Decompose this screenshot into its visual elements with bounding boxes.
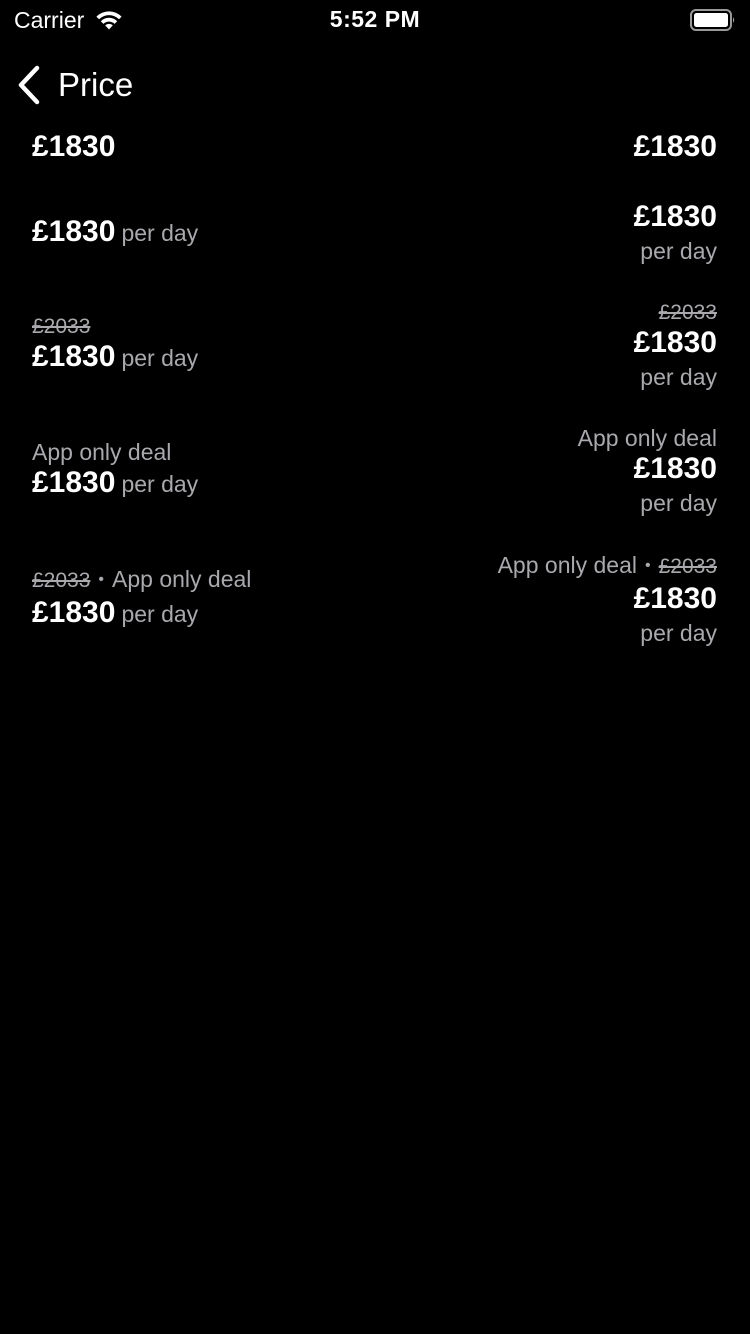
deal-label: App only deal [577, 425, 717, 451]
battery-icon [690, 9, 735, 31]
price-value: £1830 [32, 130, 116, 163]
price-right-aligned: £1830 per day [634, 200, 717, 268]
old-price: £2033 [658, 301, 717, 324]
price-unit: per day [121, 601, 199, 627]
deal-label: App only deal [497, 552, 637, 578]
price-unit: per day [121, 220, 199, 246]
price-value: £1830 [633, 582, 717, 615]
price-left-aligned: £1830 per day [32, 215, 198, 249]
separator-dot: • [98, 571, 105, 588]
price-value: £1830 [32, 596, 116, 629]
price-value: £1830 [633, 326, 717, 359]
price-right-aligned: £2033 £1830 per day [634, 298, 717, 394]
deal-label: App only deal [112, 566, 252, 592]
price-value: £1830 [32, 466, 116, 499]
back-button-label: Price [58, 66, 134, 103]
price-unit: per day [640, 490, 717, 516]
price-left-aligned: App only deal £1830 per day [32, 439, 198, 500]
old-price: £2033 [32, 315, 91, 338]
price-value: £1830 [633, 452, 717, 485]
price-value: £1830 [633, 200, 717, 233]
price-left-aligned: £2033 • App only deal £1830 per day [32, 566, 251, 630]
status-time: 5:52 PM [329, 6, 421, 32]
old-price: £2033 [32, 569, 91, 592]
price-value: £1830 [32, 340, 116, 373]
price-right-aligned: £1830 [634, 130, 717, 164]
price-unit: per day [121, 471, 199, 497]
chevron-left-icon [18, 65, 40, 105]
navigation-bar: Price [0, 58, 750, 112]
price-value: £1830 [32, 215, 116, 248]
price-unit: per day [121, 345, 199, 371]
price-unit: per day [640, 364, 717, 390]
price-left-aligned: £2033 £1830 per day [32, 312, 198, 374]
price-right-aligned: App only deal • £2033 £1830 per day [498, 552, 717, 650]
price-unit: per day [640, 238, 717, 264]
deal-label: App only deal [32, 439, 172, 465]
back-button[interactable]: Price [16, 62, 133, 108]
price-right-aligned: App only deal £1830 per day [578, 425, 717, 520]
old-price: £2033 [658, 555, 717, 578]
separator-dot: • [644, 557, 651, 574]
price-unit: per day [640, 620, 717, 646]
price-value: £1830 [633, 130, 717, 163]
status-bar: Carrier 5:52 PM [0, 0, 750, 40]
price-left-aligned: £1830 [32, 130, 115, 164]
